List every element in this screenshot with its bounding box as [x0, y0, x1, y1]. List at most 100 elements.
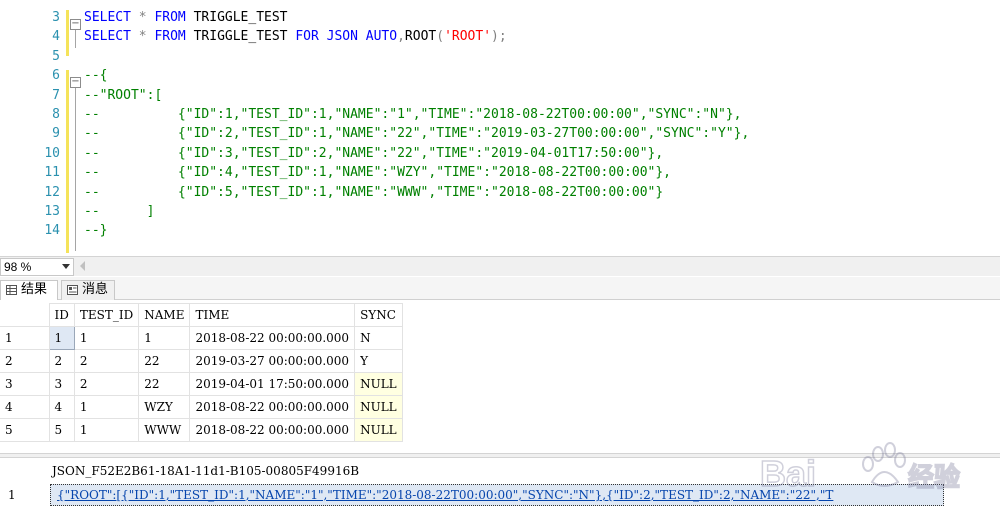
code-token: FROM	[154, 10, 194, 25]
table-cell[interactable]: 2019-03-27 00:00:00.000	[189, 349, 356, 373]
table-cell[interactable]: 2019-04-01 17:50:00.000	[189, 372, 356, 396]
watermark-text-1: Bai	[760, 453, 816, 494]
table-cell[interactable]: 1	[48, 326, 75, 350]
row-header-corner[interactable]	[0, 303, 50, 327]
code-token: -- ]	[84, 204, 155, 219]
table-cell[interactable]: 5	[48, 418, 75, 442]
table-cell[interactable]: 1	[73, 395, 140, 419]
column-header[interactable]: TEST_ID	[73, 303, 140, 327]
results-grid[interactable]: ID TEST_ID NAME TIME SYNC 1 1 1 1 2018-08-22…	[0, 301, 1000, 451]
code-token: FOR JSON AUTO	[295, 29, 398, 45]
line-number: 12	[44, 184, 60, 200]
editor-status-bar: 98 %	[0, 256, 1000, 276]
table-cell[interactable]: 2018-08-22 00:00:00.000	[189, 395, 356, 419]
line-number: 11	[44, 165, 60, 181]
table-cell[interactable]: NULL	[354, 372, 403, 396]
code-token: --}	[84, 223, 108, 239]
code-token: SELECT	[84, 29, 139, 45]
tab-messages-label: 消息	[82, 282, 109, 297]
code-line[interactable]: -- {"ID":5,"TEST_ID":1,"NAME":"WWW","TIM…	[84, 183, 663, 202]
table-cell[interactable]: WZY	[138, 395, 191, 419]
json-result-link[interactable]: {"ROOT":[{"ID":1,"TEST_ID":1,"NAME":"1",…	[57, 488, 833, 502]
line-number: 13	[44, 204, 60, 219]
change-indicator	[66, 10, 69, 56]
code-token: -- {"ID":5,"TEST_ID":1,"NAME":"WWW","TIM…	[84, 184, 664, 200]
table-row[interactable]: 1 1 1 1 2018-08-22 00:00:00.000 N	[0, 326, 403, 350]
code-token: FROM	[154, 29, 194, 45]
row-number[interactable]: 5	[0, 418, 50, 442]
code-line[interactable]: SELECT * FROM TRIGGLE_TEST	[84, 8, 288, 27]
table-cell[interactable]: 2	[73, 349, 140, 373]
baidu-watermark: Bai 经验	[760, 442, 961, 495]
table-row[interactable]: 2 2 2 22 2019-03-27 00:00:00.000 Y	[0, 349, 403, 373]
table-cell[interactable]: 1	[73, 326, 140, 350]
code-line[interactable]: -- {"ID":3,"TEST_ID":2,"NAME":"22","TIME…	[84, 144, 663, 163]
code-token: --"ROOT":[	[84, 87, 163, 103]
table-cell[interactable]: 1	[73, 418, 140, 442]
code-token: *	[138, 10, 155, 25]
table-cell[interactable]: Y	[354, 349, 403, 373]
code-token: ROOT	[404, 29, 437, 45]
code-line[interactable]: --{	[84, 66, 107, 85]
code-token: ,	[397, 29, 405, 45]
code-token: SELECT	[84, 10, 139, 25]
row-number[interactable]: 1	[8, 488, 16, 502]
line-number: 8	[52, 107, 60, 122]
table-cell[interactable]: 3	[48, 372, 75, 396]
tab-results[interactable]: 结果	[0, 280, 58, 300]
collapse-icon[interactable]: −	[70, 77, 81, 88]
table-cell[interactable]: 22	[138, 372, 191, 396]
row-number[interactable]: 4	[0, 395, 50, 419]
code-line[interactable]: --"ROOT":[	[84, 86, 162, 105]
table-cell[interactable]: 2018-08-22 00:00:00.000	[189, 326, 356, 350]
code-line[interactable]: --}	[84, 221, 107, 240]
tab-messages[interactable]: 消息	[61, 280, 115, 300]
collapse-icon[interactable]: −	[70, 19, 81, 30]
column-header[interactable]: NAME	[138, 303, 191, 327]
column-header[interactable]: SYNC	[354, 303, 403, 327]
fold-guide-line	[75, 86, 76, 251]
code-token: 'ROOT'	[444, 29, 492, 45]
table-cell[interactable]: 1	[138, 326, 191, 350]
code-line[interactable]: -- ]	[84, 202, 154, 221]
column-header[interactable]: ID	[48, 303, 75, 327]
table-cell[interactable]: 2	[48, 349, 75, 373]
code-line[interactable]: -- {"ID":2,"TEST_ID":1,"NAME":"22","TIME…	[84, 124, 749, 143]
table-cell[interactable]: 22	[138, 349, 191, 373]
code-line[interactable]: -- {"ID":4,"TEST_ID":1,"NAME":"WZY","TIM…	[84, 163, 671, 182]
table-header-row: ID TEST_ID NAME TIME SYNC	[0, 303, 403, 327]
line-number: 5	[52, 48, 60, 64]
code-token: -- {"ID":4,"TEST_ID":1,"NAME":"WZY","TIM…	[84, 165, 671, 181]
code-token: --{	[84, 68, 108, 84]
tab-results-label: 结果	[21, 282, 48, 297]
table-cell[interactable]: NULL	[354, 418, 403, 442]
zoom-dropdown[interactable]: 98 %	[0, 258, 74, 276]
sql-editor[interactable]: 3 4 5 6 7 8 9 10 11 12 13 14 − − SELECT * FROM TRIG…	[0, 0, 1000, 256]
scroll-left-arrow-icon[interactable]	[80, 261, 85, 271]
table-cell[interactable]: 4	[48, 395, 75, 419]
code-line[interactable]: SELECT * FROM TRIGGLE_TEST FOR JSON AUTO…	[84, 27, 507, 46]
grid-icon	[6, 285, 17, 295]
column-header[interactable]: JSON_F52E2B61-18A1-11d1-B105-00805F49916…	[52, 464, 359, 478]
zoom-value: 98 %	[4, 260, 32, 274]
code-token: -- {"ID":1,"TEST_ID":1,"NAME":"1","TIME"…	[84, 107, 742, 122]
row-number[interactable]: 1	[0, 326, 50, 350]
row-number[interactable]: 3	[0, 372, 50, 396]
code-line[interactable]: -- {"ID":1,"TEST_ID":1,"NAME":"1","TIME"…	[84, 105, 741, 124]
table-row[interactable]: 5 5 1 WWW 2018-08-22 00:00:00.000 NULL	[0, 418, 403, 442]
table-cell[interactable]: 2018-08-22 00:00:00.000	[189, 418, 356, 442]
code-token: );	[491, 29, 507, 45]
row-number[interactable]: 2	[0, 349, 50, 373]
table-cell[interactable]: 2	[73, 372, 140, 396]
table-cell[interactable]: N	[354, 326, 403, 350]
table-cell[interactable]: NULL	[354, 395, 403, 419]
results-tab-bar: 结果 消息	[0, 277, 1000, 300]
chevron-down-icon[interactable]	[62, 264, 70, 269]
table-row[interactable]: 4 4 1 WZY 2018-08-22 00:00:00.000 NULL	[0, 395, 403, 419]
results-table: ID TEST_ID NAME TIME SYNC 1 1 1 1 2018-08-22…	[0, 303, 403, 442]
line-number: 10	[44, 145, 60, 161]
watermark-text-3: 经验	[908, 462, 960, 492]
column-header[interactable]: TIME	[189, 303, 356, 327]
table-row[interactable]: 3 3 2 22 2019-04-01 17:50:00.000 NULL	[0, 372, 403, 396]
table-cell[interactable]: WWW	[138, 418, 191, 442]
